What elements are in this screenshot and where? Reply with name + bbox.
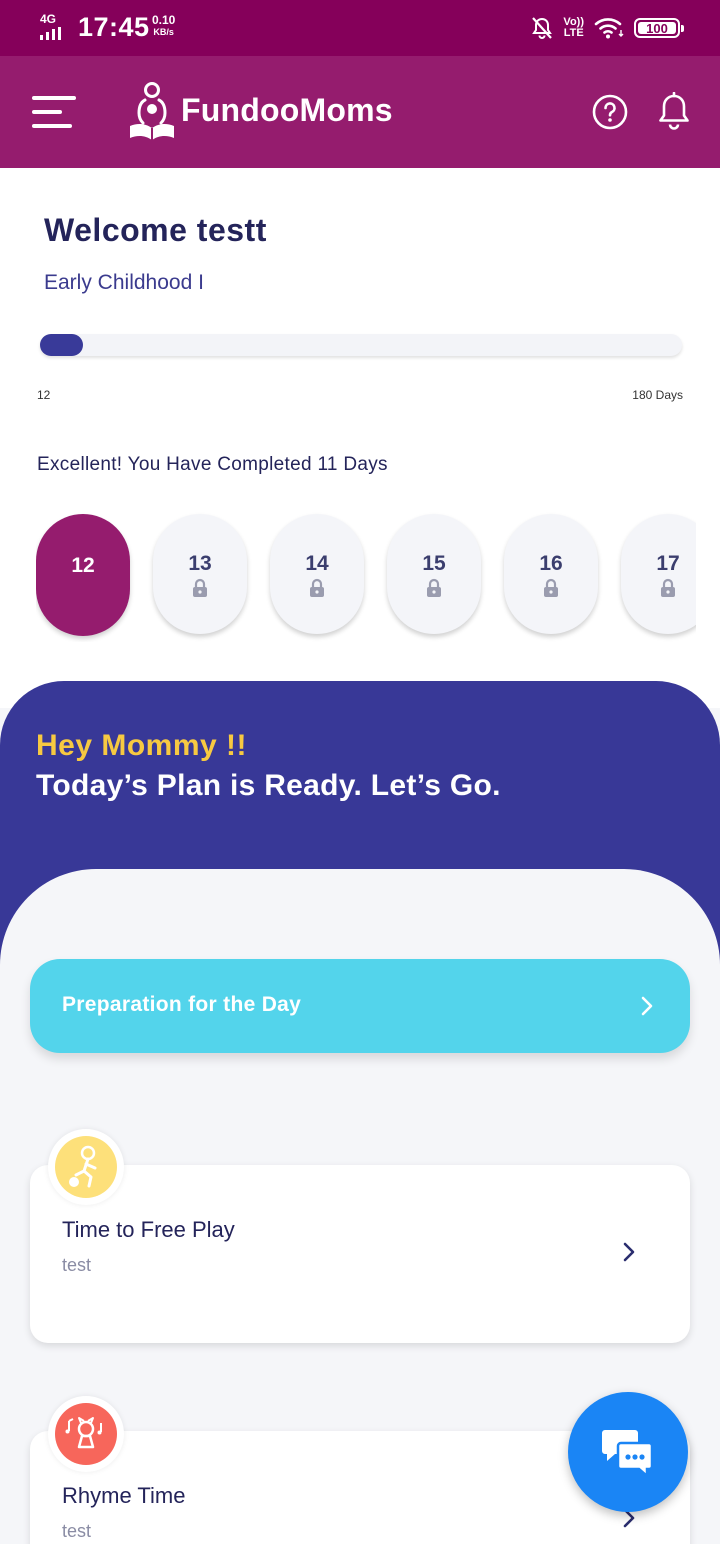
greeting: Hey Mommy !! <box>36 729 248 762</box>
preparation-button[interactable]: Preparation for the Day <box>30 959 690 1053</box>
day-selector: 12 13 14 15 16 17 <box>36 512 696 642</box>
battery-level: 100 <box>646 20 668 36</box>
free-play-icon <box>48 1129 124 1205</box>
lock-icon <box>193 578 207 597</box>
day-pill-15[interactable]: 15 <box>387 514 481 634</box>
mother-reading-logo <box>130 82 174 140</box>
day-number: 15 <box>422 552 446 575</box>
day-number: 17 <box>656 552 680 575</box>
speed-value: 0.10 <box>152 13 176 27</box>
clock: 17:45 <box>78 12 150 42</box>
activity-subtitle: test <box>62 1521 92 1541</box>
progress-end-label: 180 Days <box>632 388 683 402</box>
brand-name: FundooMoms <box>181 92 393 128</box>
activity-title: Time to Free Play <box>62 1217 235 1242</box>
lock-icon <box>661 578 675 597</box>
chat-icon <box>602 1430 654 1478</box>
lte-label: LTE <box>563 27 584 39</box>
day-number: 12 <box>71 554 95 577</box>
chat-button[interactable] <box>568 1392 688 1512</box>
lock-icon <box>310 578 324 597</box>
day-number: 14 <box>305 552 329 575</box>
network-type: 4G <box>40 12 57 26</box>
preparation-label: Preparation for the Day <box>62 993 302 1016</box>
bell-icon[interactable] <box>656 92 692 132</box>
wifi-icon <box>594 18 624 39</box>
day-pill-13[interactable]: 13 <box>153 514 247 634</box>
status-bar: 4G 17:45 0.10 KB/s Vo)) LTE 100 <box>0 0 720 56</box>
activity-subtitle: test <box>62 1255 92 1275</box>
menu-icon[interactable] <box>32 96 76 130</box>
progress-bar <box>40 334 682 356</box>
mute-notifications-icon <box>532 17 553 39</box>
progress-fill <box>40 334 83 356</box>
network-speed: 0.10 KB/s <box>152 14 175 38</box>
lock-icon <box>427 578 441 597</box>
welcome-section: Welcome testt Early Childhood I 12 180 D… <box>0 168 720 708</box>
day-pill-17[interactable]: 17 <box>621 514 696 634</box>
welcome-title: Welcome testt <box>44 212 267 248</box>
progress-start-label: 12 <box>37 388 51 402</box>
activity-title: Rhyme Time <box>62 1483 186 1508</box>
day-pill-12[interactable]: 12 <box>36 514 130 636</box>
activity-card-free-play[interactable]: Time to Free Play test <box>30 1165 690 1343</box>
lock-icon <box>544 578 558 597</box>
speed-unit: KB/s <box>153 27 174 37</box>
plan-title: Today’s Plan is Ready. Let’s Go. <box>36 769 501 802</box>
day-pill-16[interactable]: 16 <box>504 514 598 634</box>
battery-icon: 100 <box>634 18 684 38</box>
day-number: 13 <box>188 552 212 575</box>
chevron-right-icon <box>641 996 653 1016</box>
help-icon[interactable] <box>592 94 628 130</box>
completed-message: Excellent! You Have Completed 11 Days <box>37 454 388 475</box>
rhyme-icon <box>48 1396 124 1472</box>
chevron-right-icon <box>623 1242 635 1262</box>
day-pill-14[interactable]: 14 <box>270 514 364 634</box>
stage-label: Early Childhood I <box>44 271 204 294</box>
lte-indicator: Vo)) LTE <box>563 17 584 39</box>
app-bar: FundooMoms <box>0 56 720 168</box>
signal-icon: 4G <box>40 12 70 40</box>
day-number: 16 <box>539 552 563 575</box>
